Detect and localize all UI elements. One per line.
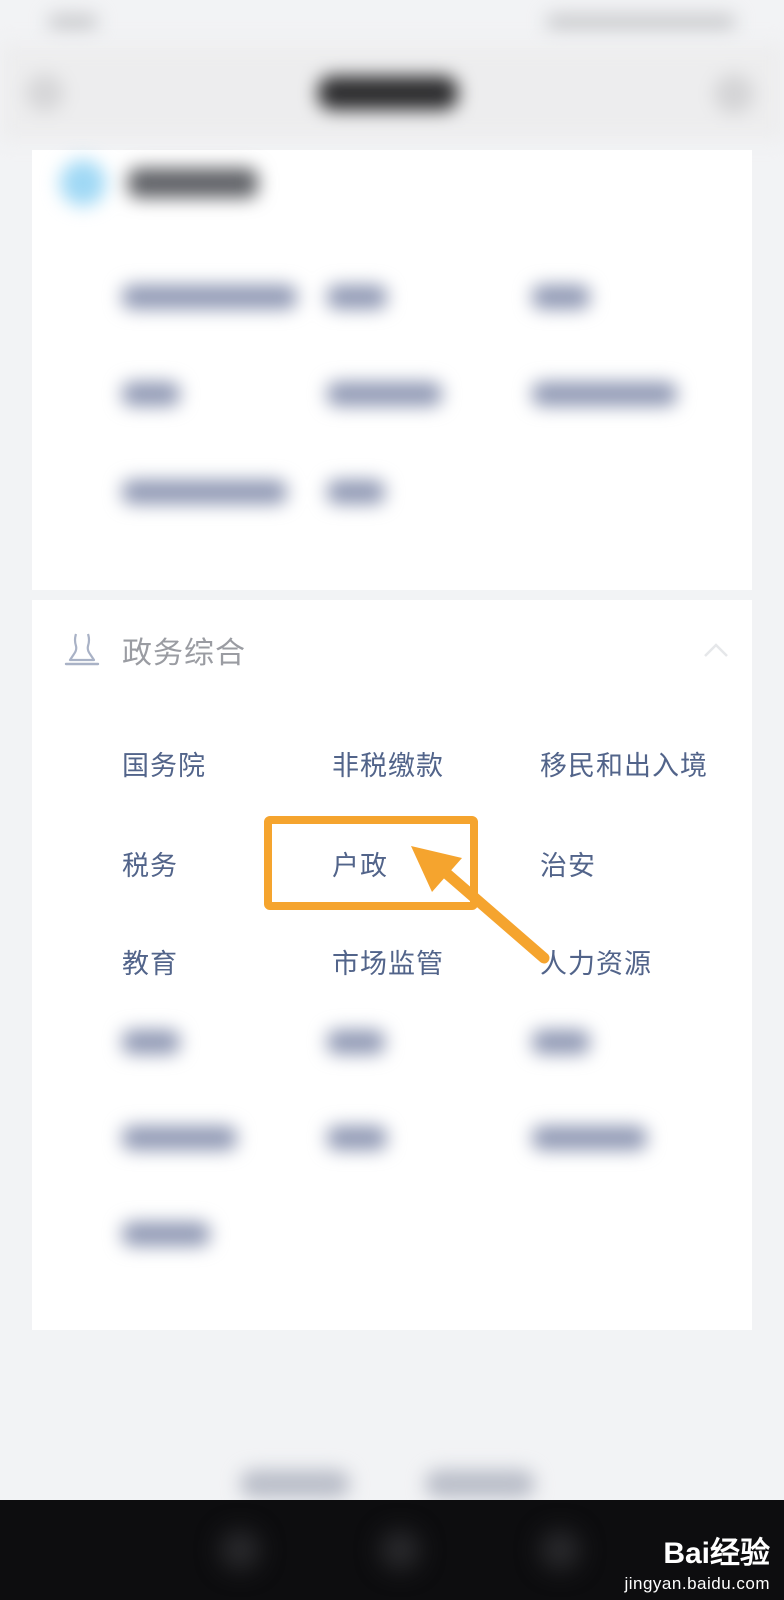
chevron-up-icon[interactable]: [702, 640, 730, 660]
system-nav-blurred[interactable]: [540, 1530, 580, 1570]
item-zhian[interactable]: 治安: [540, 844, 596, 883]
section-title-blurred: [128, 168, 258, 198]
category-card-blurred: [32, 150, 752, 590]
section-title: 政务综合: [122, 636, 246, 671]
grid-item-blurred[interactable]: [122, 285, 297, 309]
item-jiaoyu[interactable]: 教育: [122, 942, 178, 981]
back-button[interactable]: [26, 74, 64, 112]
system-nav-blurred[interactable]: [380, 1530, 420, 1570]
item-shichang-jianguan[interactable]: 市场监管: [332, 942, 444, 981]
grid-item-blurred[interactable]: [122, 1126, 237, 1150]
grid-item-blurred[interactable]: [532, 1126, 647, 1150]
grid-item-blurred[interactable]: [327, 480, 385, 504]
grid-item-blurred[interactable]: [122, 480, 287, 504]
nav-bar: [0, 44, 784, 140]
watermark-logo-text: Bai经验: [663, 1537, 770, 1570]
grid-item-blurred[interactable]: [327, 382, 442, 406]
item-guowuyuan[interactable]: 国务院: [122, 744, 206, 783]
item-shuiwu[interactable]: 税务: [122, 844, 178, 883]
bottom-button-blurred[interactable]: [425, 1470, 535, 1498]
government-building-icon: [64, 633, 100, 666]
watermark-logo: Bai经验: [624, 1528, 770, 1572]
section-icon: [60, 160, 106, 206]
page-title: [318, 76, 458, 110]
grid-item-blurred[interactable]: [122, 1222, 210, 1246]
status-time: [48, 14, 98, 30]
more-button[interactable]: [714, 74, 754, 114]
grid-item-blurred[interactable]: [327, 285, 387, 309]
system-nav-blurred[interactable]: [220, 1530, 260, 1570]
section-header[interactable]: 政务综合: [62, 628, 246, 672]
baidu-jingyan-watermark: Bai经验 jingyan.baidu.com: [624, 1528, 770, 1594]
grid-item-blurred[interactable]: [122, 382, 180, 406]
status-indicators: [546, 14, 736, 30]
annotation-highlight-box: [264, 816, 478, 910]
grid-item-blurred[interactable]: [532, 382, 677, 406]
bottom-button-blurred[interactable]: [240, 1470, 350, 1498]
status-bar: [0, 0, 784, 44]
watermark-url: jingyan.baidu.com: [624, 1574, 770, 1593]
item-renli-ziyuan[interactable]: 人力资源: [540, 942, 652, 981]
grid-item-blurred[interactable]: [327, 1030, 385, 1054]
grid-item-blurred[interactable]: [327, 1126, 387, 1150]
item-yimin-churujing[interactable]: 移民和出入境: [540, 744, 708, 783]
grid-item-blurred[interactable]: [532, 285, 590, 309]
grid-item-blurred[interactable]: [532, 1030, 590, 1054]
grid-item-blurred[interactable]: [122, 1030, 180, 1054]
section-header-blurred: [60, 160, 258, 206]
item-feishui-jiaokuan[interactable]: 非税缴款: [332, 744, 444, 783]
